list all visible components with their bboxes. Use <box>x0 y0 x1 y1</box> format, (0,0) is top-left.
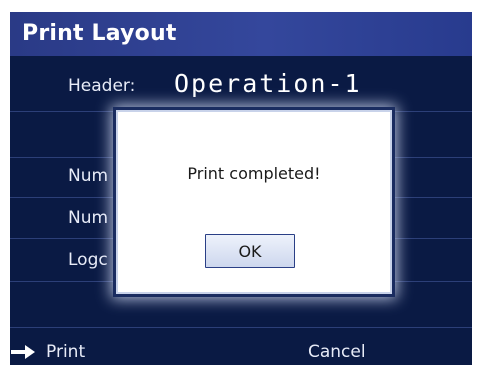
title-bar: Print Layout <box>10 12 472 56</box>
ok-button[interactable]: OK <box>205 234 295 268</box>
print-button[interactable]: Print <box>10 339 85 365</box>
row-label-logo[interactable]: Logc <box>68 250 108 270</box>
header-value: Operation-1 <box>174 69 362 98</box>
print-completed-dialog: Print completed! OK <box>116 110 392 294</box>
row-label-number-2[interactable]: Num <box>68 208 108 228</box>
row-label-number-1[interactable]: Num <box>68 166 108 186</box>
header-label: Header: <box>68 76 136 96</box>
cancel-button[interactable]: Cancel <box>308 342 366 362</box>
window-title: Print Layout <box>22 21 177 46</box>
print-label: Print <box>46 342 86 362</box>
print-layout-screen: Print Layout Header: Operation-1 Num Num… <box>10 12 472 365</box>
dialog-message: Print completed! <box>187 164 321 183</box>
right-arrow-icon <box>11 345 35 359</box>
divider <box>10 327 472 328</box>
